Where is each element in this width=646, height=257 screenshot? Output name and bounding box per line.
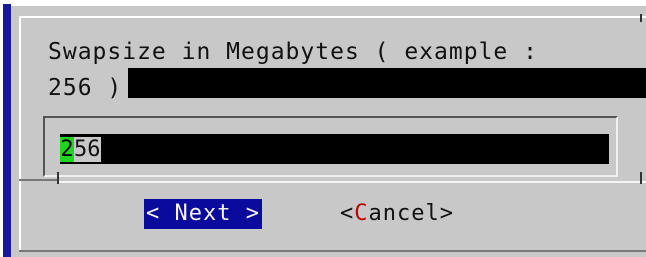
divider-tick-right: [640, 172, 642, 184]
dialog-frame-top: [19, 16, 646, 18]
prompt-line-2: 256 ): [48, 75, 123, 101]
text-cursor: 2: [60, 136, 74, 162]
cancel-suffix: ancel>: [368, 201, 454, 226]
input-value: 56: [74, 136, 101, 162]
window-left-edge: [3, 4, 11, 257]
next-button[interactable]: < Next >: [144, 199, 262, 229]
terminal-screen: Swapsize in Megabytes ( example : 256 ) …: [0, 0, 646, 257]
cancel-prefix: <: [340, 201, 355, 226]
divider-tick-left: [57, 172, 59, 184]
cancel-button[interactable]: <Cancel>: [340, 199, 454, 229]
swapsize-dialog: Swapsize in Megabytes ( example : 256 ) …: [11, 6, 646, 257]
swapsize-input[interactable]: 2 56: [60, 134, 609, 164]
prompt-line-1: Swapsize in Megabytes ( example :: [48, 39, 538, 65]
prompt-filler: [128, 68, 646, 98]
button-divider-left: [19, 179, 59, 181]
button-divider: [59, 181, 646, 183]
dialog-frame-corner: [640, 14, 642, 22]
dialog-frame-bottom: [19, 250, 646, 252]
dialog-frame-left: [19, 16, 21, 252]
cancel-hotkey: C: [354, 201, 369, 226]
